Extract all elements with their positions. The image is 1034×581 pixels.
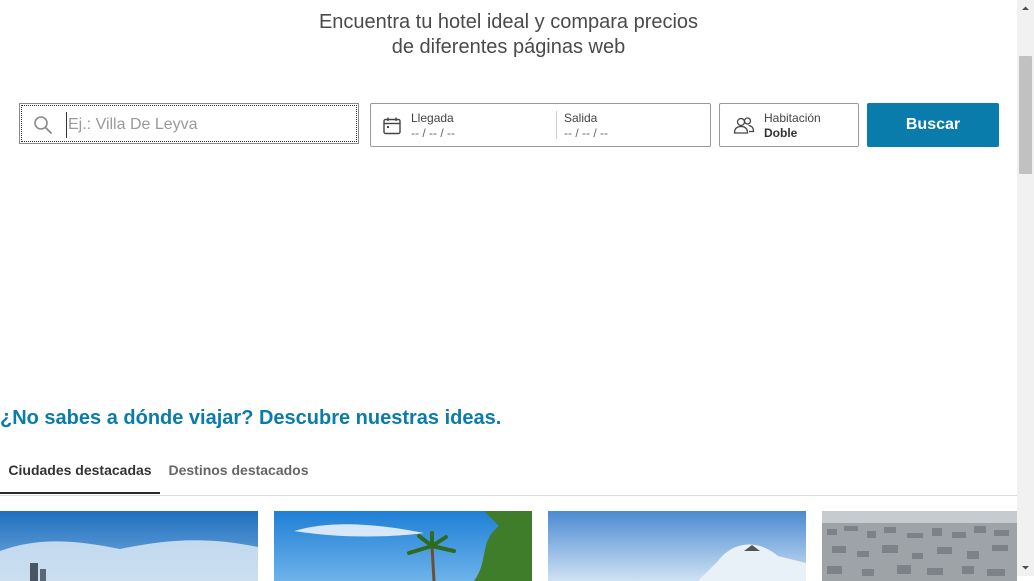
search-icon xyxy=(33,115,53,135)
departure-label: Salida xyxy=(564,111,598,125)
hero-title: Encuentra tu hotel ideal y compara preci… xyxy=(0,10,1017,60)
scrollbar[interactable] xyxy=(1017,0,1034,576)
dates-selector[interactable]: Llegada -- / -- / -- Salida -- / -- / -- xyxy=(370,103,711,147)
room-label: Habitación xyxy=(764,111,821,125)
arrival-date-field[interactable]: Llegada -- / -- / -- xyxy=(411,111,455,140)
destination-search-input[interactable] xyxy=(66,112,350,138)
departure-date-field[interactable]: Salida -- / -- / -- xyxy=(564,111,608,140)
scroll-down-arrow-icon[interactable] xyxy=(1017,559,1034,576)
arrival-label: Llegada xyxy=(411,111,454,125)
city-photo-3 xyxy=(548,511,806,581)
guests-icon xyxy=(733,116,755,136)
scroll-up-arrow-icon[interactable] xyxy=(1017,0,1034,17)
search-button[interactable]: Buscar xyxy=(867,103,999,147)
ideas-tabs: Ciudades destacadas Destinos destacados xyxy=(0,452,1017,496)
room-selector[interactable]: Habitación Doble xyxy=(719,103,859,147)
ideas-heading: ¿No sabes a dónde viajar? Descubre nuest… xyxy=(0,407,502,429)
room-value: Doble xyxy=(764,126,798,140)
city-photo-4 xyxy=(822,511,1017,581)
tab-featured-cities[interactable]: Ciudades destacadas xyxy=(0,452,160,494)
city-card-4[interactable] xyxy=(822,511,1017,581)
tab-featured-destinations[interactable]: Destinos destacados xyxy=(160,452,317,494)
arrival-value: -- / -- / -- xyxy=(411,126,455,140)
scrollbar-thumb[interactable] xyxy=(1019,56,1032,174)
city-card-1[interactable] xyxy=(0,511,258,581)
hero-title-line-2: de diferentes páginas web xyxy=(391,36,626,58)
city-card-2[interactable] xyxy=(274,511,532,581)
city-card-3[interactable] xyxy=(548,511,806,581)
departure-value: -- / -- / -- xyxy=(564,126,608,140)
city-photo-1 xyxy=(0,511,258,581)
destination-search-box[interactable] xyxy=(19,103,359,144)
city-photo-2 xyxy=(274,511,532,581)
date-divider xyxy=(556,111,557,139)
calendar-icon xyxy=(382,116,402,136)
hero-title-line-1: Encuentra tu hotel ideal y compara preci… xyxy=(318,11,699,33)
